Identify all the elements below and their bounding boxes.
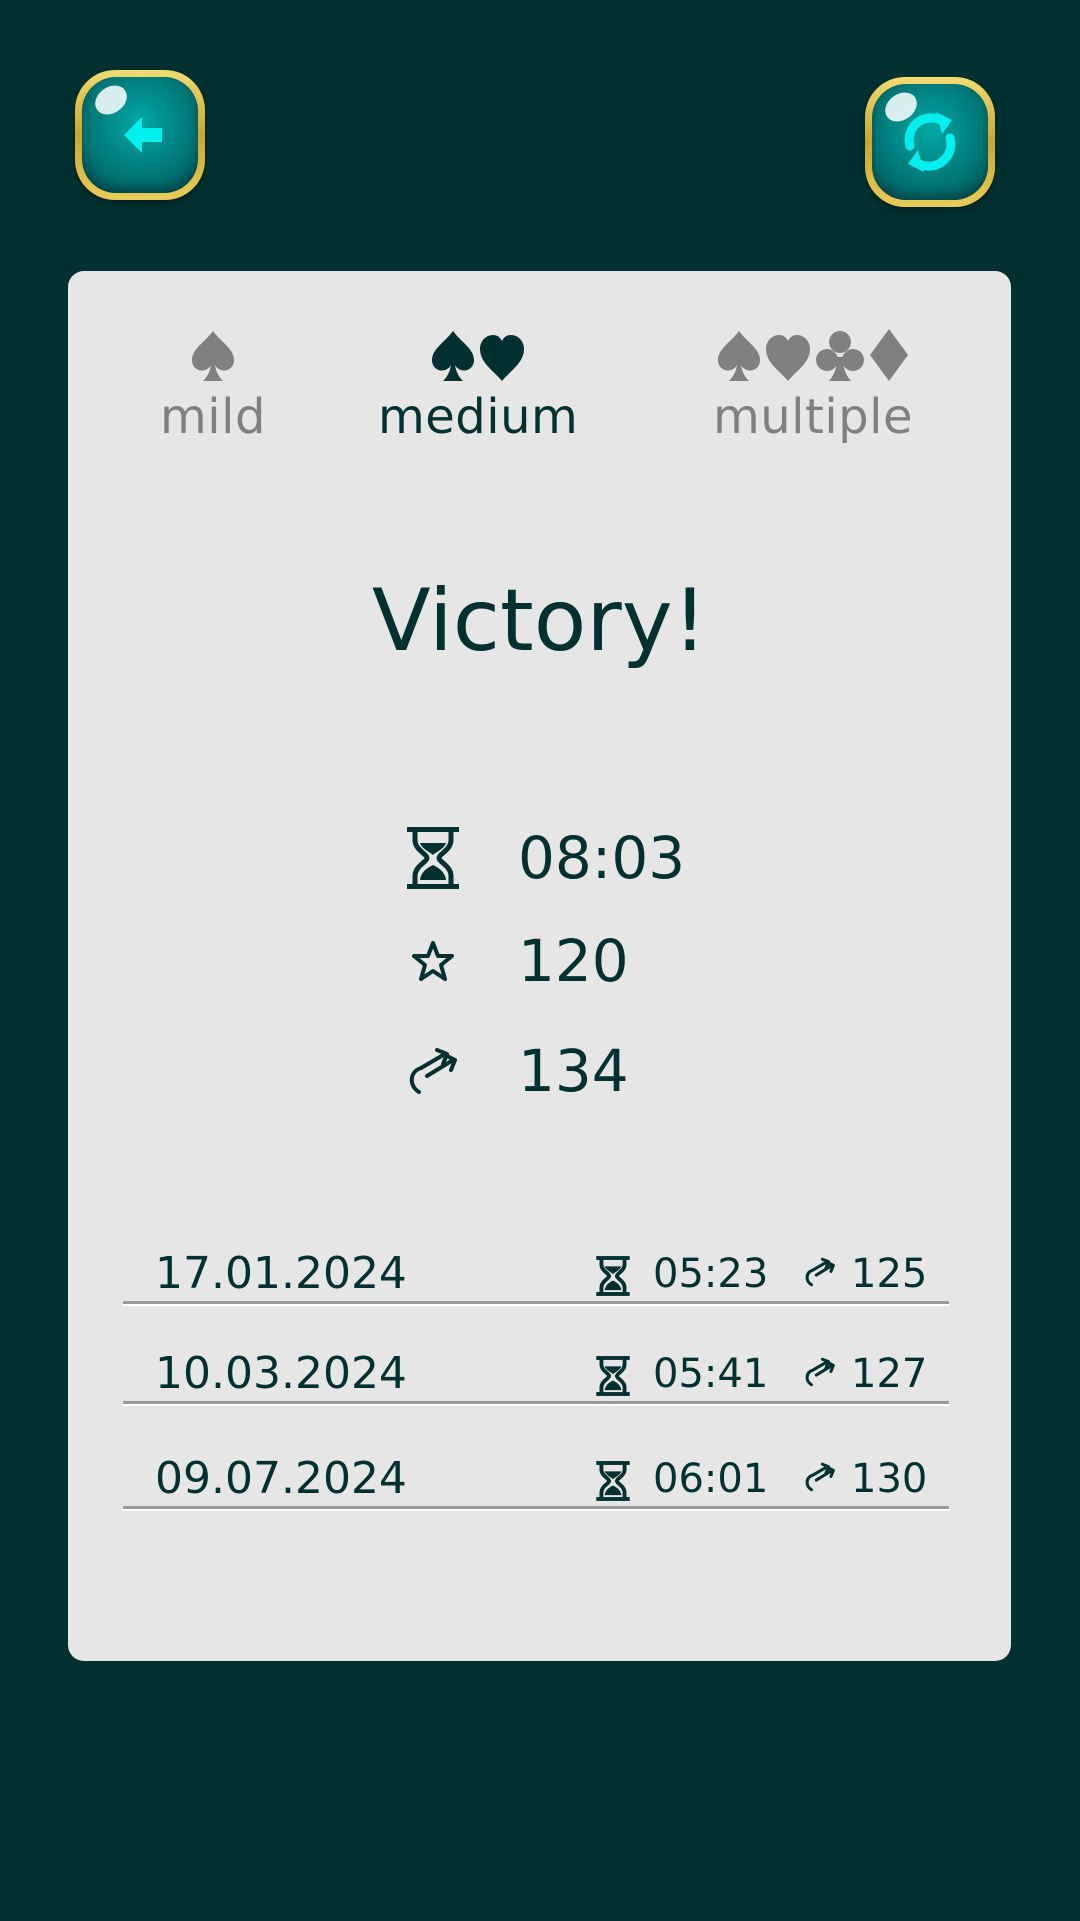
moves-arrow-icon <box>805 1462 835 1492</box>
history-date: 09.07.2024 <box>155 1453 407 1504</box>
difficulty-label-multiple: multiple <box>712 389 913 445</box>
spade-icon <box>432 331 474 381</box>
refresh-icon <box>904 112 956 172</box>
difficulty-label-mild: mild <box>160 389 266 445</box>
difficulty-medium[interactable]: medium <box>378 323 578 445</box>
history-row: 17.01.2024 05:23 125 <box>123 1246 949 1306</box>
spade-icon <box>718 331 760 381</box>
stat-moves-value: 134 <box>518 1037 629 1105</box>
history-date: 17.01.2024 <box>155 1248 407 1299</box>
difficulty-mild[interactable]: mild <box>148 323 278 445</box>
stat-time-value: 08:03 <box>518 824 686 892</box>
history-time: 05:41 <box>653 1351 769 1397</box>
difficulty-label-medium: medium <box>378 389 579 445</box>
diamond-icon <box>870 329 908 381</box>
stat-moves: 134 <box>398 1031 798 1111</box>
heart-icon <box>766 335 810 381</box>
hourglass-icon <box>596 1356 630 1396</box>
back-button[interactable] <box>75 70 205 200</box>
history-time: 05:23 <box>653 1251 769 1297</box>
history-moves: 127 <box>851 1351 928 1397</box>
hourglass-icon <box>596 1256 630 1296</box>
star-icon <box>412 941 454 981</box>
moves-arrow-icon <box>805 1357 835 1387</box>
arrow-left-icon <box>124 117 162 153</box>
suits-multiple <box>698 323 928 383</box>
stat-score-value: 120 <box>518 927 629 995</box>
history-moves: 125 <box>851 1251 928 1297</box>
history-moves: 130 <box>851 1456 928 1502</box>
heart-icon <box>480 335 524 381</box>
suits-mild <box>148 323 278 383</box>
moves-arrow-icon <box>805 1257 835 1287</box>
spade-icon <box>192 331 234 381</box>
club-icon <box>816 331 864 381</box>
history-time: 06:01 <box>653 1456 769 1502</box>
moves-arrow-icon <box>409 1048 457 1094</box>
result-title: Victory! <box>371 571 708 671</box>
suits-medium <box>378 323 578 383</box>
restart-button[interactable] <box>865 77 995 207</box>
stat-time: 08:03 <box>398 818 798 898</box>
hourglass-icon <box>407 827 459 889</box>
hourglass-icon <box>596 1461 630 1501</box>
history-row: 09.07.2024 06:01 130 <box>123 1451 949 1511</box>
result-panel: mild medium multiple Victory! 08:03 120 … <box>68 271 1011 1661</box>
history-date: 10.03.2024 <box>155 1348 407 1399</box>
row-divider <box>123 1401 949 1406</box>
history-row: 10.03.2024 05:41 127 <box>123 1346 949 1406</box>
difficulty-multiple[interactable]: multiple <box>698 323 928 445</box>
stat-score: 120 <box>398 921 798 1001</box>
row-divider <box>123 1506 949 1511</box>
row-divider <box>123 1301 949 1306</box>
